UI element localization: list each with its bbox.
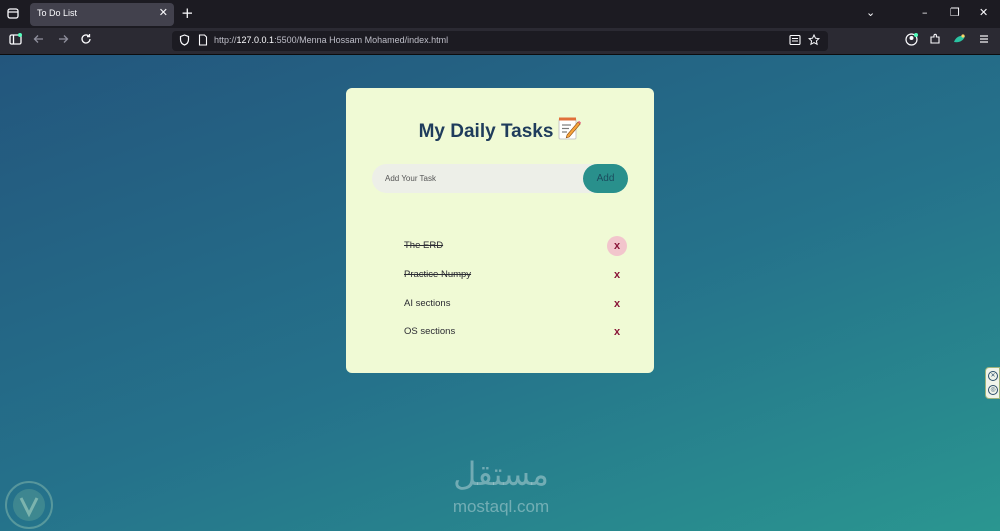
forward-icon[interactable]: [57, 33, 69, 49]
task-item[interactable]: OS sections x: [346, 319, 654, 347]
delete-task-button[interactable]: x: [607, 322, 627, 342]
task-input-group: Add: [372, 164, 628, 193]
widget-app-icon[interactable]: ◎: [988, 385, 998, 395]
menu-icon[interactable]: [978, 33, 990, 49]
navigation-toolbar: http://127.0.0.1:5500/Menna Hossam Moham…: [0, 28, 1000, 55]
watermark-arabic: مستقل: [453, 455, 549, 493]
delete-task-button[interactable]: x: [607, 265, 627, 285]
page-viewport: My Daily Tasks Add The ERD x: [0, 55, 1000, 531]
task-item[interactable]: The ERD x: [346, 233, 654, 261]
reload-icon[interactable]: [80, 33, 92, 49]
watermark-logo: [5, 481, 53, 529]
extensions-icon[interactable]: [929, 33, 941, 49]
reader-view-icon[interactable]: [789, 34, 801, 50]
task-label[interactable]: Practice Numpy: [404, 269, 471, 280]
page-title: My Daily Tasks: [346, 116, 654, 143]
title-text: My Daily Tasks: [418, 121, 554, 142]
shield-icon[interactable]: [179, 34, 190, 50]
restore-icon[interactable]: ❐: [950, 6, 960, 20]
add-task-button[interactable]: Add: [583, 164, 628, 193]
url-text[interactable]: http://127.0.0.1:5500/Menna Hossam Moham…: [214, 35, 448, 45]
tab-to-do-list[interactable]: To Do List ✕: [30, 3, 174, 26]
close-widget-icon[interactable]: ✕: [988, 371, 998, 381]
tab-bar: To Do List ✕ + ⌄ – ❐ ✕: [0, 0, 1000, 28]
list-all-tabs-icon[interactable]: ⌄: [866, 6, 875, 20]
todo-card: My Daily Tasks Add The ERD x: [346, 88, 654, 373]
memo-pencil-icon: [557, 116, 582, 140]
task-label[interactable]: The ERD: [404, 240, 443, 251]
delete-task-button[interactable]: x: [607, 294, 627, 314]
back-icon[interactable]: [33, 33, 45, 49]
vpn-icon[interactable]: [953, 33, 966, 49]
bookmark-star-icon[interactable]: [807, 33, 821, 50]
task-input[interactable]: [372, 164, 572, 193]
page-icon[interactable]: [198, 34, 208, 50]
watermark-latin: mostaql.com: [452, 497, 550, 516]
task-label[interactable]: OS sections: [404, 326, 455, 337]
task-item[interactable]: AI sections x: [346, 291, 654, 319]
new-tab-button[interactable]: +: [181, 5, 194, 21]
close-window-icon[interactable]: ✕: [979, 6, 988, 20]
sidebar-icon[interactable]: [9, 33, 22, 50]
side-extension-widget[interactable]: ✕ ◎: [985, 367, 1000, 399]
tab-close-icon[interactable]: ✕: [159, 6, 168, 19]
task-item[interactable]: Practice Numpy x: [346, 262, 654, 290]
tab-list-icon[interactable]: [6, 7, 20, 21]
delete-task-button[interactable]: x: [607, 236, 627, 256]
task-label[interactable]: AI sections: [404, 298, 450, 309]
account-icon[interactable]: [905, 33, 918, 50]
minimize-icon[interactable]: –: [922, 6, 928, 20]
url-bar[interactable]: http://127.0.0.1:5500/Menna Hossam Moham…: [172, 31, 828, 51]
tab-title: To Do List: [37, 8, 78, 18]
